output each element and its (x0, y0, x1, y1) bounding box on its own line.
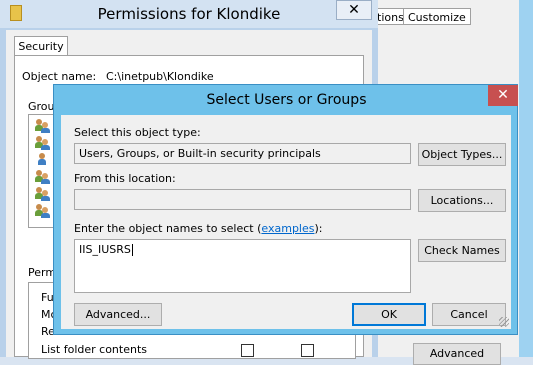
deny-checkbox[interactable] (301, 344, 314, 357)
tab-security[interactable]: Security (14, 36, 68, 57)
permissions-titlebar: Permissions for Klondike ✕ (0, 0, 378, 28)
resize-grip-icon[interactable] (499, 317, 509, 327)
names-label-suffix: ): (314, 222, 323, 235)
object-names-value: IIS_IUSRS (79, 243, 131, 256)
background-advanced-button[interactable]: Advanced (413, 343, 501, 365)
close-icon: ✕ (348, 2, 360, 18)
group-icon[interactable] (35, 187, 51, 201)
object-name-label: Object name: (22, 70, 97, 83)
object-type-field: Users, Groups, or Built-in security prin… (74, 143, 411, 164)
group-icon[interactable] (35, 204, 51, 218)
dialog-title: Select Users or Groups (206, 92, 367, 108)
locations-button[interactable]: Locations... (418, 189, 506, 212)
check-names-button[interactable]: Check Names (418, 239, 506, 262)
object-types-button[interactable]: Object Types... (418, 143, 506, 166)
dialog-close-button[interactable]: ✕ (488, 85, 518, 106)
object-type-label: Select this object type: (74, 126, 201, 139)
group-icon[interactable] (35, 170, 51, 184)
location-field (74, 189, 411, 210)
location-label: From this location: (74, 172, 176, 185)
tab-customize[interactable]: Customize (403, 8, 471, 25)
close-icon: ✕ (497, 87, 509, 103)
names-label-prefix: Enter the object names to select ( (74, 222, 262, 235)
text-caret (131, 244, 133, 256)
ok-button[interactable]: OK (352, 303, 426, 326)
permissions-close-button[interactable]: ✕ (336, 0, 372, 20)
names-label: Enter the object names to select (exampl… (74, 222, 322, 235)
permission-row: List folder contents (41, 343, 147, 356)
select-users-dialog: Select Users or Groups ✕ Select this obj… (53, 84, 518, 335)
advanced-button[interactable]: Advanced... (74, 303, 162, 326)
cancel-button[interactable]: Cancel (432, 303, 506, 326)
group-icon[interactable] (35, 119, 51, 133)
object-names-input[interactable]: IIS_IUSRS (74, 239, 411, 293)
examples-link[interactable]: examples (261, 222, 314, 235)
object-name-value: C:\inetpub\Klondike (106, 70, 214, 83)
group-icon[interactable] (35, 136, 51, 150)
user-icon[interactable] (35, 153, 51, 167)
allow-checkbox[interactable] (241, 344, 254, 357)
dialog-body: Select this object type: Users, Groups, … (61, 115, 511, 329)
permissions-title: Permissions for Klondike (97, 5, 281, 23)
